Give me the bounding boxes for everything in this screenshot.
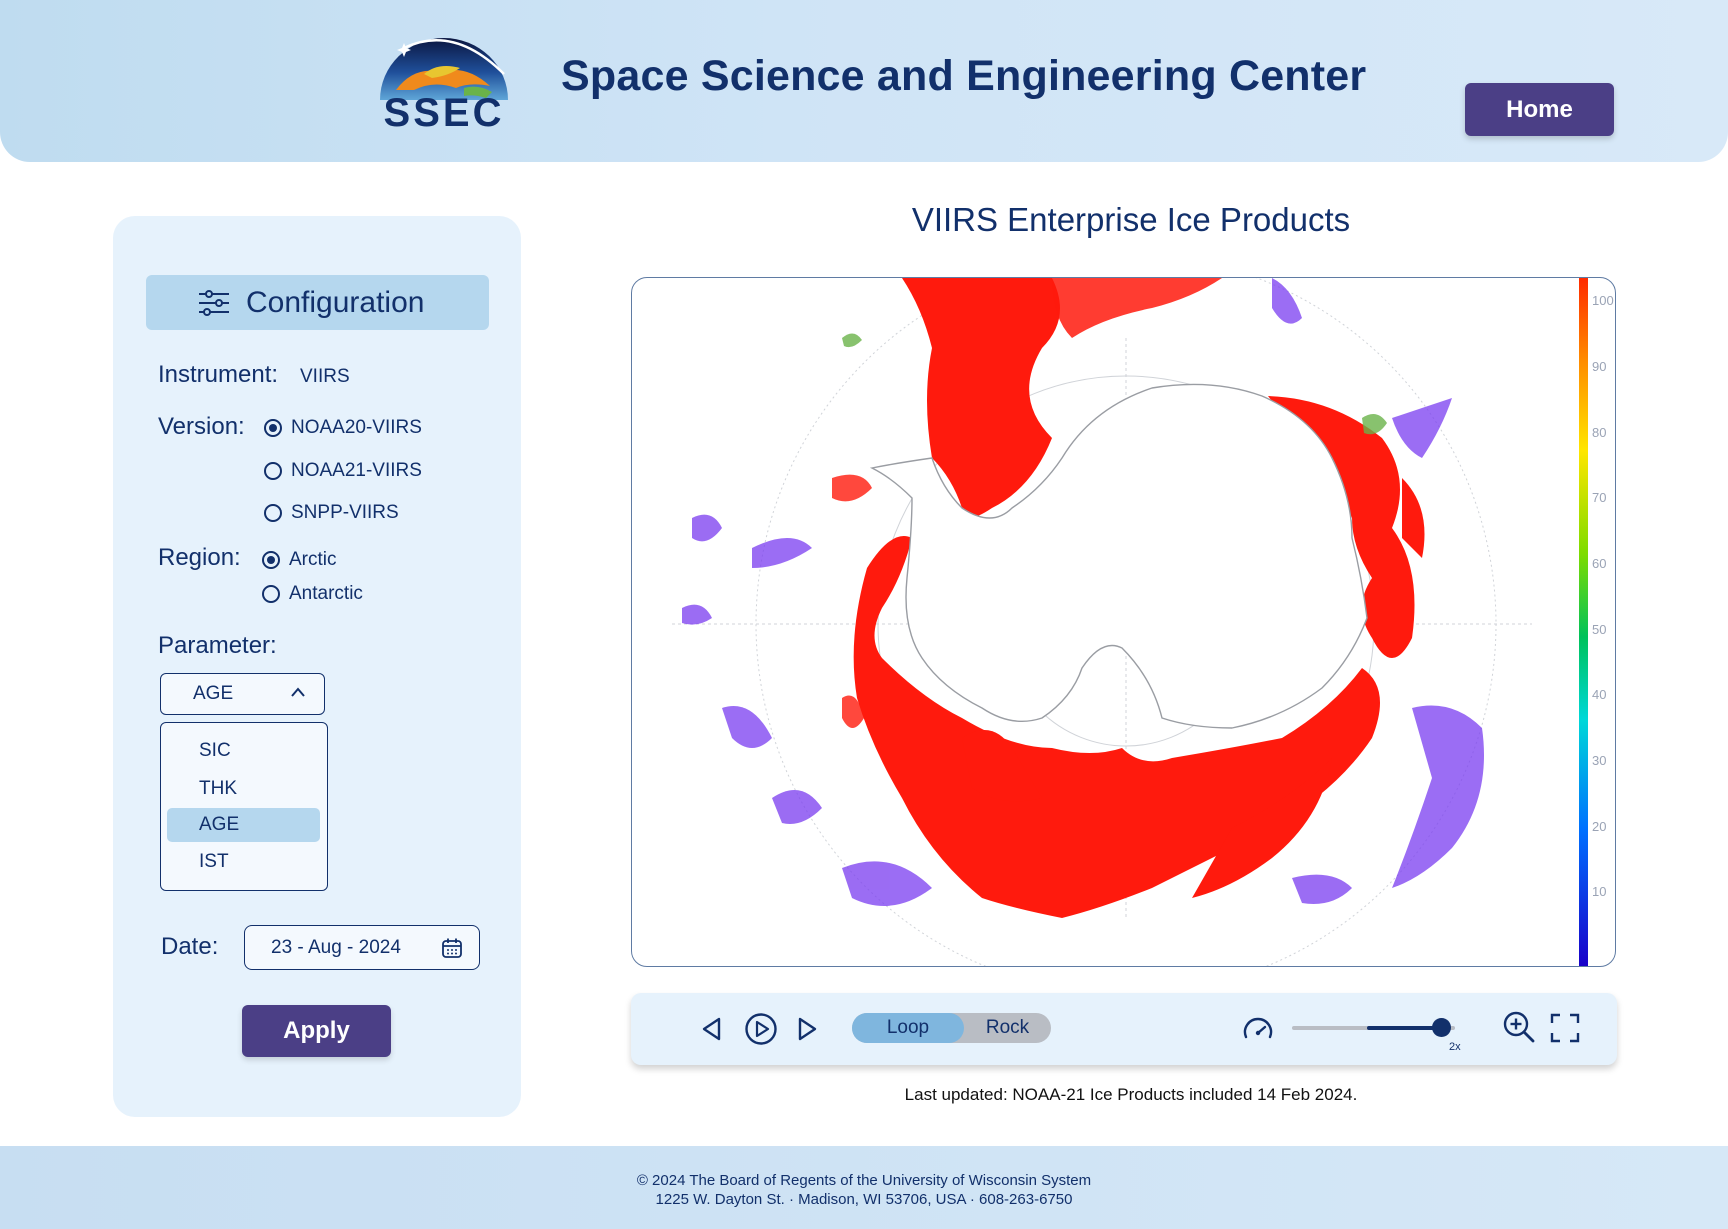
animation-controls: Loop Rock 2x xyxy=(631,993,1617,1065)
parameter-selected-value: AGE xyxy=(193,683,234,704)
ssec-logo[interactable]: SSEC xyxy=(374,28,514,135)
colorbar-tick: 30 xyxy=(1592,753,1607,768)
parameter-option-sic[interactable]: SIC xyxy=(167,734,320,768)
site-footer: © 2024 The Board of Regents of the Unive… xyxy=(0,1146,1728,1229)
zoom-in-icon[interactable] xyxy=(1502,1010,1536,1044)
colorbar-tick: 70 xyxy=(1592,490,1607,505)
last-updated-note: Last updated: NOAA-21 Ice Products inclu… xyxy=(904,1085,1358,1104)
polar-map-image xyxy=(672,278,1532,966)
speed-slider-fill xyxy=(1366,1026,1442,1030)
instrument-value: VIIRS xyxy=(300,366,350,387)
rock-option[interactable]: Rock xyxy=(964,1013,1051,1043)
play-icon[interactable] xyxy=(744,1012,778,1046)
radio-indicator xyxy=(264,504,282,522)
speed-slider[interactable] xyxy=(1292,1018,1455,1037)
prev-icon[interactable] xyxy=(699,1016,725,1042)
footer-address: 1225 W. Dayton St. · Madison, WI 53706, … xyxy=(655,1191,1073,1208)
loop-rock-toggle[interactable]: Loop Rock xyxy=(852,1013,1051,1043)
sliders-icon xyxy=(199,289,229,316)
apply-button[interactable]: Apply xyxy=(242,1005,391,1057)
configuration-header: Configuration xyxy=(146,275,489,330)
date-value: 23 - Aug - 2024 xyxy=(271,936,401,958)
speed-icon[interactable] xyxy=(1241,1013,1275,1045)
colorbar-tick: 20 xyxy=(1592,819,1607,834)
region-radio-antarctic[interactable]: Antarctic xyxy=(262,583,363,605)
colorbar-tick: 100 xyxy=(1592,293,1614,308)
parameter-options-list: SIC THK AGE IST xyxy=(160,722,328,891)
loop-option[interactable]: Loop xyxy=(852,1013,964,1043)
logo-text: SSEC xyxy=(384,91,505,130)
region-option-label: Antarctic xyxy=(289,583,363,604)
product-title: VIIRS Enterprise Ice Products xyxy=(911,201,1351,238)
radio-indicator xyxy=(264,419,282,437)
version-radio-snpp[interactable]: SNPP-VIIRS xyxy=(264,502,399,524)
date-input[interactable]: 23 - Aug - 2024 xyxy=(244,925,480,970)
chevron-up-icon xyxy=(291,687,305,697)
parameter-select[interactable]: AGE xyxy=(160,673,325,715)
sea-ice-map[interactable]: 100 90 80 70 60 50 40 30 20 10 xyxy=(631,277,1616,967)
version-option-label: NOAA20-VIIRS xyxy=(291,417,422,438)
parameter-option-ist[interactable]: IST xyxy=(167,845,320,879)
date-label: Date: xyxy=(161,933,219,960)
version-option-label: NOAA21-VIIRS xyxy=(291,460,422,481)
radio-indicator xyxy=(264,462,282,480)
parameter-option-thk[interactable]: THK xyxy=(167,772,320,806)
radio-indicator xyxy=(262,585,280,603)
home-button[interactable]: Home xyxy=(1465,83,1614,136)
site-header: SSEC Space Science and Engineering Cente… xyxy=(0,0,1728,162)
region-label: Region: xyxy=(158,544,241,571)
colorbar-tick: 90 xyxy=(1592,359,1607,374)
colorbar-tick: 60 xyxy=(1592,556,1607,571)
footer-copyright: © 2024 The Board of Regents of the Unive… xyxy=(636,1172,1092,1189)
radio-indicator xyxy=(262,551,280,569)
configuration-title: Configuration xyxy=(246,285,425,319)
version-radio-noaa20[interactable]: NOAA20-VIIRS xyxy=(264,417,422,439)
colorbar-tick: 50 xyxy=(1592,622,1607,637)
parameter-option-age[interactable]: AGE xyxy=(167,808,320,842)
fullscreen-icon[interactable] xyxy=(1550,1013,1580,1043)
colorbar-tick: 40 xyxy=(1592,687,1607,702)
speed-slider-thumb[interactable] xyxy=(1432,1018,1452,1037)
parameter-label: Parameter: xyxy=(158,632,277,659)
configuration-panel: Configuration Instrument: VIIRS Version:… xyxy=(113,216,521,1117)
region-radio-arctic[interactable]: Arctic xyxy=(262,549,337,571)
calendar-icon[interactable] xyxy=(441,937,463,959)
next-icon[interactable] xyxy=(794,1016,820,1042)
site-title: Space Science and Engineering Center xyxy=(561,52,1367,100)
region-option-label: Arctic xyxy=(289,549,337,570)
speed-value-label: 2x xyxy=(1449,1041,1461,1053)
colorbar-tick: 80 xyxy=(1592,425,1607,440)
instrument-label: Instrument: xyxy=(158,361,279,388)
version-option-label: SNPP-VIIRS xyxy=(291,502,399,523)
colorbar xyxy=(1579,278,1588,966)
colorbar-tick: 10 xyxy=(1592,884,1607,899)
version-label: Version: xyxy=(158,413,245,440)
version-radio-noaa21[interactable]: NOAA21-VIIRS xyxy=(264,460,422,482)
